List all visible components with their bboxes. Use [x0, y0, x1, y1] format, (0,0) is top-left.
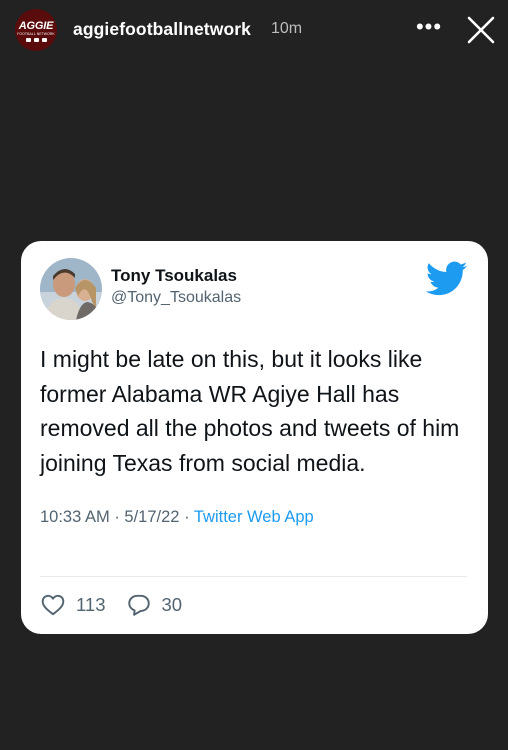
tweet-date[interactable]: 5/17/22 [124, 508, 179, 526]
close-icon[interactable] [465, 14, 497, 46]
story-timestamp: 10m [271, 20, 303, 37]
meta-separator: · [184, 508, 190, 526]
account-name[interactable]: aggiefootballnetwork [73, 19, 251, 40]
reply-count: 30 [161, 594, 183, 615]
author-avatar[interactable] [40, 258, 102, 320]
author-handle[interactable]: @Tony_Tsoukalas [111, 289, 241, 307]
logo-subtext: FOOTBALL NETWORK [17, 31, 55, 36]
reply-bubble-icon[interactable] [126, 592, 152, 618]
heart-icon[interactable] [40, 592, 66, 618]
logo-marks [25, 37, 47, 42]
aggie-logo-icon: AGGIE [18, 19, 54, 32]
tweet-meta: 10:33 AM · 5/17/22 · Twitter Web App [40, 508, 314, 527]
tweet-source-link[interactable]: Twitter Web App [194, 508, 314, 526]
account-avatar[interactable]: AGGIE FOOTBALL NETWORK [15, 9, 57, 51]
tweet-card[interactable]: Tony Tsoukalas @Tony_Tsoukalas I might b… [21, 241, 488, 634]
tweet-stats: 113 30 [40, 591, 182, 619]
tweet-text: I might be late on this, but it looks li… [40, 346, 460, 476]
story-header: AGGIE FOOTBALL NETWORK aggiefootballnetw… [0, 0, 508, 60]
meta-separator: · [114, 508, 120, 526]
divider [40, 576, 467, 577]
twitter-bird-icon [425, 261, 468, 297]
author-display-name[interactable]: Tony Tsoukalas [111, 266, 237, 286]
tweet-time[interactable]: 10:33 AM [40, 508, 110, 526]
like-count: 113 [76, 594, 106, 615]
more-options-icon[interactable]: ••• [414, 16, 444, 41]
